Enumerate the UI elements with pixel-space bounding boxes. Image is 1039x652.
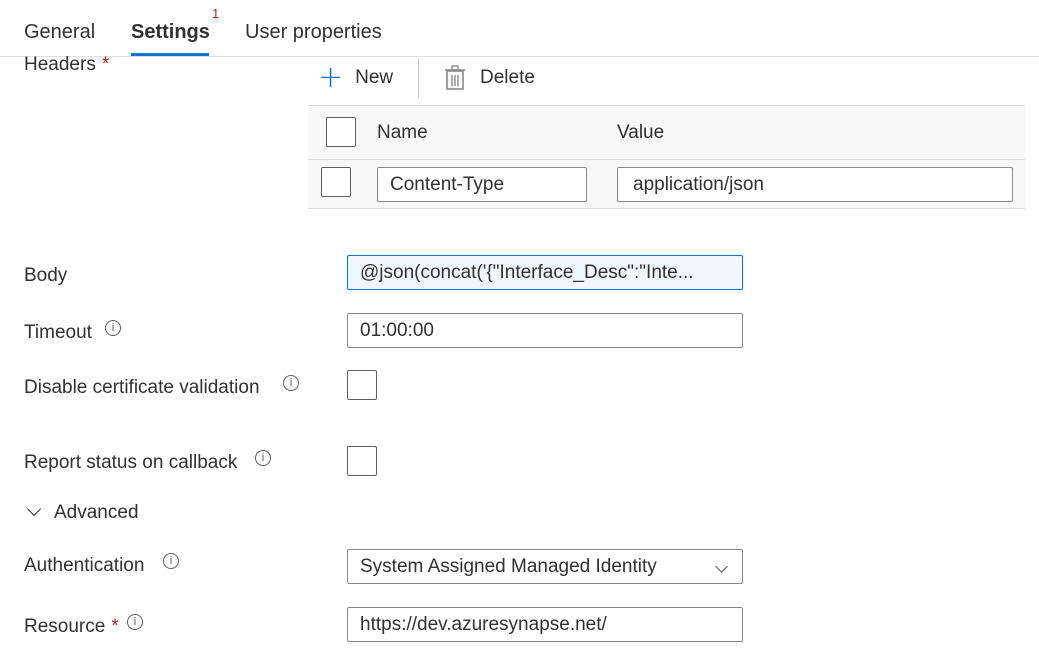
authentication-select[interactable]: System Assigned Managed Identity xyxy=(347,549,743,584)
select-all-checkbox[interactable] xyxy=(326,117,356,147)
body-input[interactable]: @json(concat('{"Interface_Desc":"Inte... xyxy=(347,255,743,290)
resource-input[interactable]: https://dev.azuresynapse.net/ xyxy=(347,607,743,642)
row-checkbox[interactable] xyxy=(321,167,351,197)
grid-header-border xyxy=(308,159,1025,160)
advanced-toggle[interactable]: Advanced xyxy=(54,502,139,524)
tab-user-properties[interactable]: User properties xyxy=(245,18,382,46)
grid-top-border xyxy=(308,105,1025,106)
timeout-input[interactable]: 01:00:00 xyxy=(347,313,743,348)
report-status-checkbox[interactable] xyxy=(347,446,377,476)
header-value-input[interactable]: application/json xyxy=(617,167,1013,202)
timeout-label: Timeout xyxy=(24,322,92,343)
resource-label-text: Resource xyxy=(24,616,106,637)
disable-cert-checkbox[interactable] xyxy=(347,370,377,400)
info-icon[interactable]: i xyxy=(127,614,143,630)
body-label: Body xyxy=(24,265,68,286)
delete-label: Delete xyxy=(480,67,535,88)
required-marker: * xyxy=(111,616,119,637)
chevron-down-icon xyxy=(715,560,728,573)
info-icon[interactable]: i xyxy=(163,553,179,569)
headers-label: Headers * xyxy=(24,54,109,76)
info-icon[interactable]: i xyxy=(283,375,299,391)
resource-label: Resource * xyxy=(24,616,119,638)
headers-label-text: Headers xyxy=(24,54,96,75)
authentication-selected-value: System Assigned Managed Identity xyxy=(360,555,657,577)
tab-general[interactable]: General xyxy=(24,18,95,46)
required-marker: * xyxy=(101,54,110,75)
grid-row-border xyxy=(308,208,1025,209)
column-header-name: Name xyxy=(377,122,428,143)
toolbar-divider xyxy=(418,58,419,98)
tabs-divider xyxy=(0,56,1039,57)
tab-settings-badge: 1 xyxy=(212,6,220,21)
header-name-input[interactable]: Content-Type xyxy=(377,167,587,202)
info-icon[interactable]: i xyxy=(105,320,121,336)
new-label: New xyxy=(355,67,394,88)
authentication-label: Authentication xyxy=(24,555,145,576)
chevron-down-icon[interactable] xyxy=(26,501,42,517)
disable-cert-label: Disable certificate validation xyxy=(24,377,260,398)
report-status-label: Report status on callback xyxy=(24,452,238,473)
info-icon[interactable]: i xyxy=(255,450,271,466)
column-header-value: Value xyxy=(617,122,665,143)
new-header-button[interactable]: + New xyxy=(318,60,394,95)
plus-icon: + xyxy=(318,60,344,95)
trash-icon xyxy=(445,65,465,90)
tab-settings[interactable]: Settings xyxy=(131,18,210,46)
delete-header-button[interactable]: Delete xyxy=(444,64,535,92)
